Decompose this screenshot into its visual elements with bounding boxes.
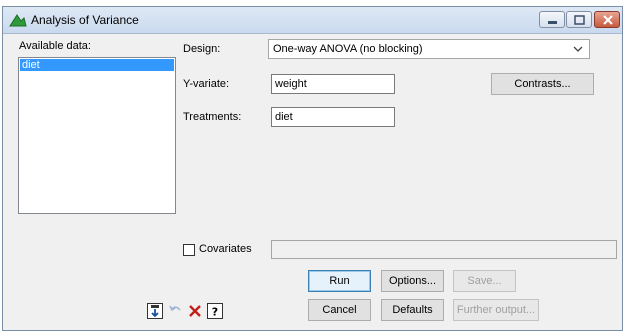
clear-icon xyxy=(189,305,201,317)
treatments-label: Treatments: xyxy=(183,111,242,123)
paste-icon xyxy=(147,303,163,319)
maximize-button[interactable] xyxy=(566,11,592,28)
minimize-button[interactable] xyxy=(539,11,565,28)
y-variate-value: weight xyxy=(275,78,307,90)
cancel-button[interactable]: Cancel xyxy=(308,299,371,321)
list-item-diet[interactable]: diet xyxy=(20,59,174,71)
chevron-down-icon xyxy=(573,46,583,52)
design-select-value: One-way ANOVA (no blocking) xyxy=(273,43,423,55)
y-variate-label: Y-variate: xyxy=(183,78,230,90)
help-button[interactable]: ? xyxy=(206,302,224,320)
treatments-value: diet xyxy=(275,111,293,123)
minimize-icon xyxy=(548,21,557,24)
treatments-field[interactable]: diet xyxy=(271,107,395,127)
covariates-label: Covariates xyxy=(199,243,252,255)
contrasts-button[interactable]: Contrasts... xyxy=(491,73,594,95)
options-button[interactable]: Options... xyxy=(381,270,444,292)
undo-button[interactable] xyxy=(167,302,185,320)
defaults-button[interactable]: Defaults xyxy=(381,299,444,321)
help-icon: ? xyxy=(207,303,223,319)
available-data-label: Available data: xyxy=(19,40,91,52)
paste-button[interactable] xyxy=(146,302,164,320)
available-data-list[interactable]: diet xyxy=(18,57,176,214)
title-bar[interactable]: Analysis of Variance xyxy=(3,7,622,34)
close-button[interactable] xyxy=(594,11,620,28)
y-variate-field[interactable]: weight xyxy=(271,74,395,94)
run-button[interactable]: Run xyxy=(308,270,371,292)
svg-text:?: ? xyxy=(212,306,218,319)
clear-button[interactable] xyxy=(186,302,204,320)
covariates-field[interactable] xyxy=(271,240,617,259)
undo-icon xyxy=(169,305,181,312)
design-select[interactable]: One-way ANOVA (no blocking) xyxy=(268,39,590,59)
save-button[interactable]: Save... xyxy=(453,270,516,292)
anova-icon xyxy=(9,14,27,27)
further-output-button[interactable]: Further output... xyxy=(453,299,539,321)
covariates-checkbox[interactable] xyxy=(183,244,195,256)
design-label: Design: xyxy=(183,43,221,55)
anova-dialog: Analysis of Variance Available data: die… xyxy=(2,6,623,331)
close-icon xyxy=(603,15,613,25)
window-title: Analysis of Variance xyxy=(31,13,139,27)
maximize-icon xyxy=(574,15,585,25)
